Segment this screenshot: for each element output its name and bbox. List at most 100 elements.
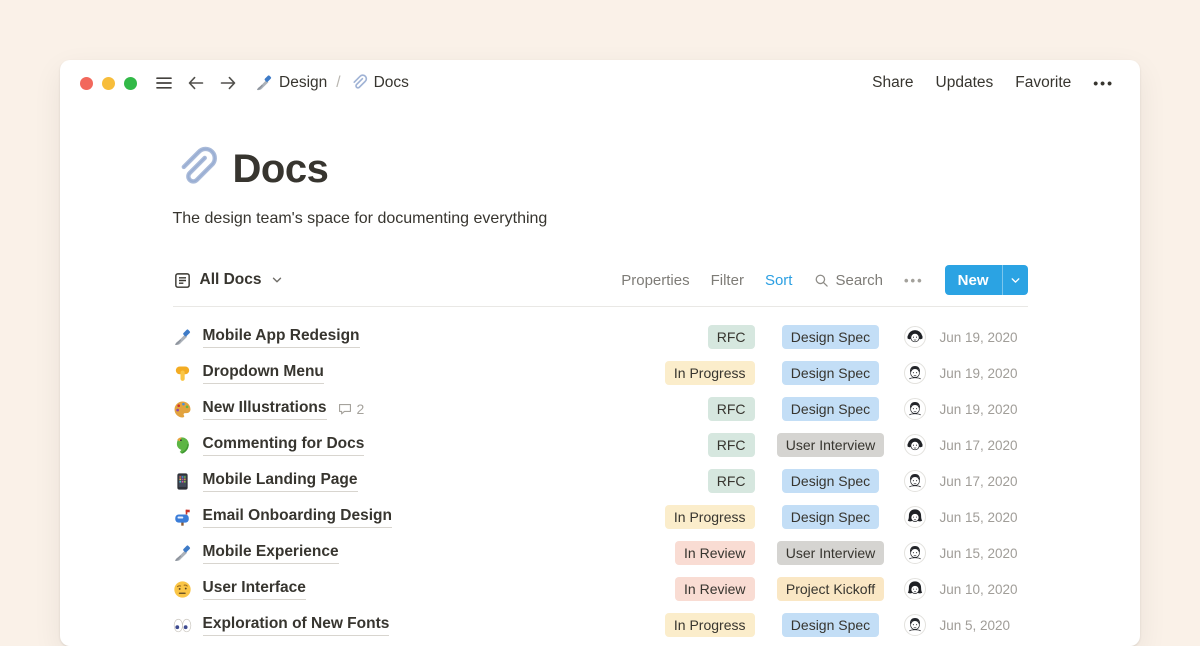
eyes-icon (173, 616, 192, 635)
doc-title[interactable]: Dropdown Menu (203, 363, 324, 384)
updates-button[interactable]: Updates (936, 74, 994, 92)
status-badge[interactable]: In Review (675, 541, 754, 565)
date-label: Jun 15, 2020 (940, 546, 1028, 561)
table-row: New Illustrations 2 RFC Design Spec Jun 19, … (173, 391, 1028, 427)
type-cell: Design Spec (767, 397, 895, 421)
breadcrumb-label: Design (279, 74, 327, 92)
sort-button[interactable]: Sort (765, 272, 793, 289)
date-label: Jun 17, 2020 (940, 474, 1028, 489)
status-cell: In Progress (643, 505, 755, 529)
comment-icon (337, 401, 353, 417)
status-badge[interactable]: In Progress (665, 505, 755, 529)
doc-title[interactable]: Email Onboarding Design (203, 507, 392, 528)
close-window-button[interactable] (80, 77, 93, 90)
chevron-down-icon (1009, 274, 1022, 287)
status-badge[interactable]: RFC (708, 397, 755, 421)
doc-title[interactable]: New Illustrations (203, 399, 327, 420)
paperclip-icon[interactable] (173, 146, 219, 192)
breadcrumb-label: Docs (374, 74, 409, 92)
page-header: Docs (173, 146, 1028, 192)
date-label: Jun 19, 2020 (940, 402, 1028, 417)
paintbrush-icon (173, 544, 192, 563)
type-cell: Design Spec (767, 469, 895, 493)
status-badge[interactable]: RFC (708, 469, 755, 493)
topbar-actions: Share Updates Favorite ••• (872, 74, 1114, 92)
type-cell: Design Spec (767, 325, 895, 349)
share-button[interactable]: Share (872, 74, 913, 92)
status-badge[interactable]: RFC (708, 433, 755, 457)
status-badge[interactable]: RFC (708, 325, 755, 349)
forward-icon[interactable] (217, 72, 239, 94)
view-selector[interactable]: All Docs (173, 271, 284, 290)
window-topbar: Design / Docs Share Updates Favorite ••• (60, 60, 1140, 106)
docs-table: Mobile App Redesign RFC Design Spec Jun 19,… (173, 319, 1028, 643)
avatar (903, 542, 927, 564)
status-cell: RFC (643, 433, 755, 457)
status-cell: RFC (643, 397, 755, 421)
type-badge[interactable]: Design Spec (782, 325, 879, 349)
status-cell: RFC (643, 469, 755, 493)
table-row: Mobile Landing Page RFC Design Spec Jun 17,… (173, 463, 1028, 499)
parrot-icon (173, 436, 192, 455)
search-icon (813, 272, 830, 289)
filter-button[interactable]: Filter (711, 272, 744, 289)
status-badge[interactable]: In Progress (665, 613, 755, 637)
type-badge[interactable]: Design Spec (782, 469, 879, 493)
type-badge[interactable]: Design Spec (782, 397, 879, 421)
breadcrumb-item-docs[interactable]: Docs (350, 74, 409, 92)
doc-title[interactable]: Mobile App Redesign (203, 327, 360, 348)
doc-title[interactable]: Exploration of New Fonts (203, 615, 390, 636)
avatar (903, 326, 927, 348)
status-badge[interactable]: In Progress (665, 361, 755, 385)
table-row: Email Onboarding Design In Progress Design… (173, 499, 1028, 535)
doc-title[interactable]: Mobile Experience (203, 543, 339, 564)
type-badge[interactable]: Design Spec (782, 613, 879, 637)
type-cell: Design Spec (767, 613, 895, 637)
mailbox-icon (173, 508, 192, 527)
type-badge[interactable]: Project Kickoff (777, 577, 884, 601)
date-label: Jun 17, 2020 (940, 438, 1028, 453)
type-badge[interactable]: Design Spec (782, 505, 879, 529)
doc-title[interactable]: Mobile Landing Page (203, 471, 358, 492)
doc-title[interactable]: User Interface (203, 579, 306, 600)
menu-icon[interactable] (153, 72, 175, 94)
avatar (903, 434, 927, 456)
breadcrumb-item-design[interactable]: Design (255, 74, 327, 92)
breadcrumb-separator: / (336, 74, 340, 92)
table-row: Exploration of New Fonts In Progress Desig… (173, 607, 1028, 643)
new-dropdown-button[interactable] (1002, 265, 1028, 295)
minimize-window-button[interactable] (102, 77, 115, 90)
type-badge[interactable]: User Interview (777, 541, 884, 565)
mobile-phone-icon (173, 472, 192, 491)
type-badge[interactable]: User Interview (777, 433, 884, 457)
type-badge[interactable]: Design Spec (782, 361, 879, 385)
new-button[interactable]: New (945, 265, 1002, 295)
table-row: Dropdown MenuIn ProgressDesign SpecJun 1… (173, 355, 1028, 391)
status-badge[interactable]: In Review (675, 577, 754, 601)
avatar (903, 578, 927, 600)
page-title: Docs (233, 147, 329, 192)
paintbrush-icon (173, 328, 192, 347)
search-label: Search (835, 272, 883, 289)
status-cell: In Progress (643, 613, 755, 637)
avatar (903, 362, 927, 384)
doc-title[interactable]: Commenting for Docs (203, 435, 365, 456)
raised-eyebrow-face-icon (173, 580, 192, 599)
favorite-button[interactable]: Favorite (1015, 74, 1071, 92)
back-icon[interactable] (185, 72, 207, 94)
view-selector-label: All Docs (200, 271, 262, 289)
table-row: Mobile Experience In Review User Interview… (173, 535, 1028, 571)
table-row: User InterfaceIn ReviewProject KickoffJu… (173, 571, 1028, 607)
search-button[interactable]: Search (813, 272, 883, 289)
app-window: Design / Docs Share Updates Favorite •••… (60, 60, 1140, 646)
page-content: Docs The design team's space for documen… (173, 146, 1028, 643)
paintbrush-icon (255, 74, 273, 92)
date-label: Jun 15, 2020 (940, 510, 1028, 525)
properties-button[interactable]: Properties (621, 272, 689, 289)
chevron-down-icon (270, 273, 284, 287)
comment-count[interactable]: 2 (337, 401, 365, 417)
status-cell: RFC (643, 325, 755, 349)
zoom-window-button[interactable] (124, 77, 137, 90)
more-options-icon[interactable]: ••• (1093, 75, 1114, 91)
view-more-options-icon[interactable]: ••• (904, 273, 924, 288)
